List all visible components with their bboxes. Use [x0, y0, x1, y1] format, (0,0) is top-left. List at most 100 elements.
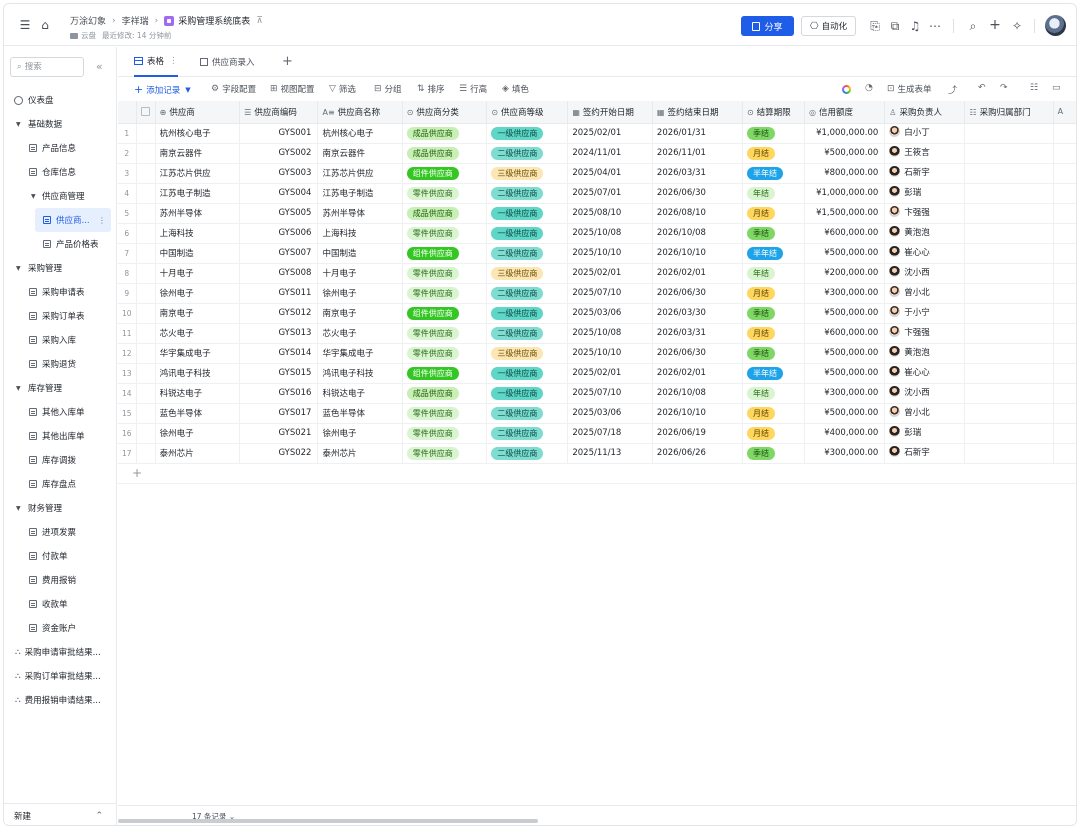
- column-header-owner[interactable]: ♙ 采购负责人: [884, 101, 966, 124]
- cell-end-date[interactable]: 2026/06/30: [652, 183, 743, 204]
- cell-start-date[interactable]: 2025/10/08: [567, 223, 653, 244]
- table-row[interactable]: 7 中国制造 GYS007 中国制造 组件供应商 二级供应商 2025/10/10 2026/…: [118, 243, 1076, 264]
- cell-department[interactable]: [964, 203, 1054, 224]
- cell-term[interactable]: 月结: [742, 203, 806, 224]
- table-row[interactable]: 13 鸿讯电子科技 GYS015 鸿讯电子科技 组件供应商 一级供应商 2025/02/01…: [118, 363, 1076, 384]
- undo-icon[interactable]: ↶: [978, 83, 989, 93]
- cell-level[interactable]: 二级供应商: [486, 283, 569, 304]
- cell-owner[interactable]: 石新宇: [884, 443, 966, 464]
- cell-level[interactable]: 一级供应商: [486, 123, 569, 144]
- cell-code[interactable]: GYS002: [239, 143, 319, 164]
- redo-icon[interactable]: ↷: [1000, 83, 1011, 93]
- breadcrumb-user[interactable]: 李祥瑞: [122, 14, 149, 27]
- cell-term[interactable]: 年结: [742, 263, 806, 284]
- cell-department[interactable]: [964, 183, 1054, 204]
- table-row[interactable]: 8 十月电子 GYS008 十月电子 零件供应商 三级供应商 2025/02/01 2026/…: [118, 263, 1076, 284]
- cell-owner[interactable]: 白小丁: [884, 123, 966, 144]
- cell-credit[interactable]: ¥800,000.00: [804, 163, 886, 184]
- column-header-term[interactable]: ⊙ 结算期限: [742, 101, 806, 124]
- view-config-button[interactable]: ⊞ 视图配置: [270, 83, 315, 95]
- cell-level[interactable]: 二级供应商: [486, 243, 569, 264]
- cell-department[interactable]: [964, 263, 1054, 284]
- cell-start-date[interactable]: 2024/11/01: [567, 143, 653, 164]
- cell-name[interactable]: 江苏芯片供应: [317, 163, 403, 184]
- fill-color-button[interactable]: ◈ 填色: [502, 83, 529, 95]
- cell-overflow[interactable]: [1053, 183, 1076, 204]
- cell-department[interactable]: [964, 423, 1054, 444]
- plus-icon[interactable]: +: [132, 466, 142, 480]
- table-row[interactable]: 17 泰州芯片 GYS022 泰州芯片 零件供应商 二级供应商 2025/11/13 2026…: [118, 443, 1076, 464]
- cell-name[interactable]: 南京云器件: [317, 143, 403, 164]
- table-row[interactable]: 12 华宇集成电子 GYS014 华宇集成电子 零件供应商 三级供应商 2025/10/10…: [118, 343, 1076, 364]
- cell-code[interactable]: GYS003: [239, 163, 319, 184]
- sidebar-item-purchase-order[interactable]: 采购订单表: [4, 304, 117, 328]
- new-item-bar[interactable]: 新建 ⌃: [4, 803, 117, 825]
- cell-department[interactable]: [964, 223, 1054, 244]
- cell-term[interactable]: 季结: [742, 443, 806, 464]
- table-row[interactable]: 2 南京云器件 GYS002 南京云器件 成品供应商 二级供应商 2024/11/01 202…: [118, 143, 1076, 164]
- cell-category[interactable]: 零件供应商: [402, 323, 488, 344]
- sidebar-group-inventory[interactable]: ▼ 库存管理: [4, 376, 117, 400]
- cell-name[interactable]: 江苏电子制造: [317, 183, 403, 204]
- cell-term[interactable]: 年结: [742, 183, 806, 204]
- sidebar-item-other-outbound[interactable]: 其他出库单: [4, 424, 117, 448]
- cell-supplier[interactable]: 十月电子: [155, 263, 241, 284]
- comment-icon[interactable]: ▭: [1052, 83, 1064, 93]
- column-header-category[interactable]: ⊙ 供应商分类: [402, 101, 488, 124]
- sort-button[interactable]: ⇅ 排序: [417, 83, 445, 95]
- cell-owner[interactable]: 曾小北: [884, 283, 966, 304]
- cell-supplier[interactable]: 华宇集成电子: [155, 343, 241, 364]
- cell-start-date[interactable]: 2025/10/08: [567, 323, 653, 344]
- more-vertical-icon[interactable]: ⋮: [98, 216, 106, 225]
- cell-owner[interactable]: 曾小北: [884, 403, 966, 424]
- cell-owner[interactable]: 石新宇: [884, 163, 966, 184]
- cell-start-date[interactable]: 2025/07/18: [567, 423, 653, 444]
- table-row[interactable]: 15 蓝色半导体 GYS017 蓝色半导体 零件供应商 二级供应商 2025/03/06 20…: [118, 403, 1076, 424]
- sidebar-item-stock-count[interactable]: 库存盘点: [4, 472, 117, 496]
- share-button[interactable]: 分享: [741, 16, 794, 36]
- ai-color-icon[interactable]: [842, 85, 851, 94]
- cell-owner[interactable]: 于小宁: [884, 303, 966, 324]
- cell-end-date[interactable]: 2026/11/01: [652, 143, 743, 164]
- add-row[interactable]: +: [118, 463, 1076, 484]
- cell-category[interactable]: 零件供应商: [402, 263, 488, 284]
- cell-credit[interactable]: ¥600,000.00: [804, 323, 886, 344]
- cell-category[interactable]: 组件供应商: [402, 363, 488, 384]
- cell-department[interactable]: [964, 123, 1054, 144]
- cell-code[interactable]: GYS005: [239, 203, 319, 224]
- row-height-button[interactable]: ☰ 行高: [459, 83, 487, 95]
- cell-supplier[interactable]: 江苏芯片供应: [155, 163, 241, 184]
- cell-department[interactable]: [964, 403, 1054, 424]
- cell-credit[interactable]: ¥1,500,000.00: [804, 203, 886, 224]
- cell-start-date[interactable]: 2025/07/01: [567, 183, 653, 204]
- menu-toggle-icon[interactable]: ☰: [18, 18, 32, 32]
- filter-button[interactable]: ▽ 筛选: [329, 83, 356, 95]
- cell-name[interactable]: 南京电子: [317, 303, 403, 324]
- cell-level[interactable]: 二级供应商: [486, 183, 569, 204]
- sidebar-item-purchase-inbound[interactable]: 采购入库: [4, 328, 117, 352]
- cell-credit[interactable]: ¥1,000,000.00: [804, 123, 886, 144]
- cell-overflow[interactable]: [1053, 403, 1076, 424]
- plus-icon[interactable]: +: [988, 18, 1002, 32]
- cell-term[interactable]: 年结: [742, 383, 806, 404]
- formula-icon[interactable]: ☷: [1030, 83, 1041, 93]
- cell-credit[interactable]: ¥500,000.00: [804, 403, 886, 424]
- cell-overflow[interactable]: [1053, 243, 1076, 264]
- cell-overflow[interactable]: [1053, 423, 1076, 444]
- cell-overflow[interactable]: [1053, 363, 1076, 384]
- cell-start-date[interactable]: 2025/11/13: [567, 443, 653, 464]
- cell-end-date[interactable]: 2026/01/31: [652, 123, 743, 144]
- cell-category[interactable]: 组件供应商: [402, 163, 488, 184]
- cell-credit[interactable]: ¥400,000.00: [804, 423, 886, 444]
- cell-category[interactable]: 零件供应商: [402, 183, 488, 204]
- cell-term[interactable]: 月结: [742, 283, 806, 304]
- cell-end-date[interactable]: 2026/10/08: [652, 223, 743, 244]
- cell-term[interactable]: 月结: [742, 403, 806, 424]
- cell-name[interactable]: 鸿讯电子科技: [317, 363, 403, 384]
- cell-credit[interactable]: ¥300,000.00: [804, 283, 886, 304]
- cell-category[interactable]: 零件供应商: [402, 443, 488, 464]
- cell-name[interactable]: 徐州电子: [317, 283, 403, 304]
- cell-overflow[interactable]: [1053, 203, 1076, 224]
- share-view-icon[interactable]: ⤴: [948, 83, 960, 96]
- document-icon[interactable]: ⎘: [868, 19, 882, 33]
